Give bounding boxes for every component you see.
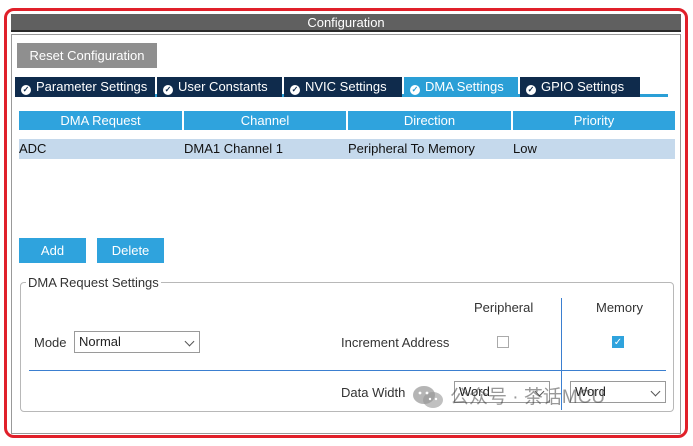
add-button[interactable]: Add	[19, 238, 86, 263]
table-row[interactable]	[19, 139, 675, 159]
tab-label: Parameter Settings	[36, 79, 148, 94]
check-circle-icon: ✓	[410, 85, 420, 95]
tab-label: GPIO Settings	[541, 79, 625, 94]
check-circle-icon: ✓	[21, 85, 31, 95]
group-title: DMA Request Settings	[26, 275, 161, 291]
column-header-dma-request[interactable]: DMA Request	[19, 111, 182, 130]
mode-label: Mode	[34, 335, 67, 350]
tab-nvic-settings[interactable]: ✓ NVIC Settings	[284, 77, 402, 97]
wechat-icon	[413, 386, 443, 408]
reset-configuration-button[interactable]: Reset Configuration	[17, 43, 157, 68]
increment-memory-checkbox[interactable]: ✓	[612, 336, 624, 348]
cell-direction: Peripheral To Memory	[348, 141, 475, 156]
mode-value: Normal	[79, 334, 121, 349]
column-header-priority[interactable]: Priority	[513, 111, 675, 130]
tab-user-constants[interactable]: ✓ User Constants	[157, 77, 282, 97]
delete-button[interactable]: Delete	[97, 238, 164, 263]
increment-peripheral-checkbox[interactable]	[497, 336, 509, 348]
increment-address-label: Increment Address	[341, 335, 450, 350]
checkmark-icon: ✓	[613, 337, 623, 348]
cell-channel: DMA1 Channel 1	[184, 141, 283, 156]
cell-priority: Low	[513, 141, 537, 156]
tab-label: User Constants	[178, 79, 268, 94]
chevron-down-icon	[184, 336, 195, 347]
memory-column-label: Memory	[596, 300, 643, 315]
tab-label: DMA Settings	[425, 79, 504, 94]
watermark-text: 公众号 · 茶话MCU	[450, 387, 606, 408]
window-title: Configuration	[11, 14, 681, 32]
data-width-label: Data Width	[341, 385, 406, 400]
cell-dma-request: ADC	[19, 141, 47, 156]
divider-line	[29, 370, 666, 371]
tab-gpio-settings[interactable]: ✓ GPIO Settings	[520, 77, 640, 97]
column-header-direction[interactable]: Direction	[348, 111, 511, 130]
check-circle-icon: ✓	[163, 85, 173, 95]
tab-parameter-settings[interactable]: ✓ Parameter Settings	[15, 77, 155, 97]
peripheral-column-label: Peripheral	[474, 300, 534, 315]
column-header-channel[interactable]: Channel	[184, 111, 346, 130]
check-circle-icon: ✓	[290, 85, 300, 95]
mode-select[interactable]: Normal	[74, 331, 200, 353]
tab-label: NVIC Settings	[305, 79, 387, 94]
tab-dma-settings[interactable]: ✓ DMA Settings	[404, 77, 518, 97]
check-circle-icon: ✓	[526, 85, 536, 95]
chevron-down-icon	[650, 386, 661, 397]
